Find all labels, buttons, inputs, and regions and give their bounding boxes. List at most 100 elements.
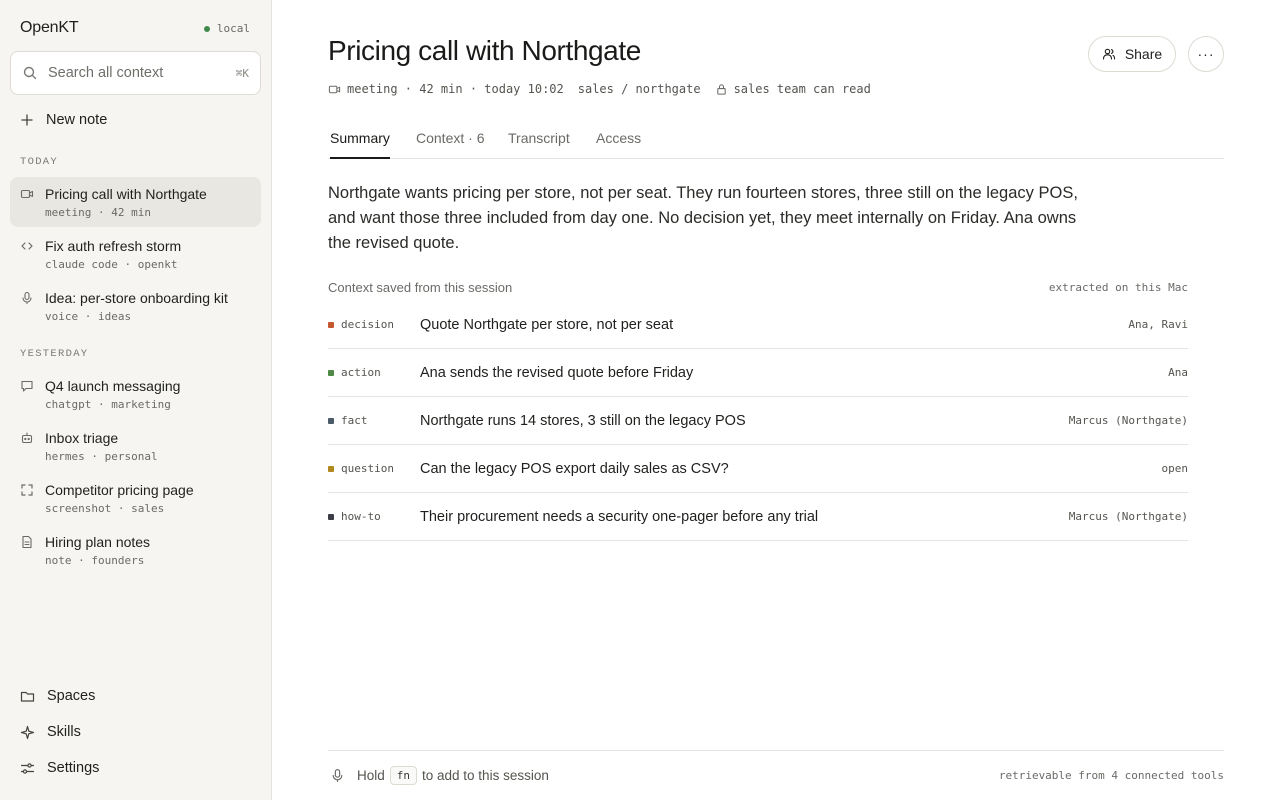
search-shortcut: ⌘K — [235, 66, 249, 80]
sidebar-item-hiring-plan[interactable]: Hiring plan notes note · founders — [10, 525, 261, 575]
sidebar-item-title: Idea: per-store onboarding kit — [45, 290, 228, 306]
context-type: fact — [341, 414, 368, 427]
section-label-yesterday: YESTERDAY — [20, 348, 89, 360]
sidebar-item-pricing-call[interactable]: Pricing call with Northgate meeting · 42… — [10, 177, 261, 227]
status-dot — [203, 25, 210, 32]
sidebar-item-meta: voice · ideas — [45, 310, 132, 323]
context-type: how-to — [341, 510, 381, 523]
local-status: local — [203, 22, 250, 35]
context-owner: Ana — [1168, 366, 1188, 379]
share-label: Share — [1124, 46, 1163, 62]
sidebar-item-fix-auth[interactable]: Fix auth refresh storm claude code · ope… — [10, 229, 261, 279]
more-icon: ··· — [1197, 46, 1215, 62]
people-icon — [1102, 47, 1116, 61]
context-owner: Ana, Ravi — [1128, 318, 1188, 331]
sidebar-item-label: Spaces — [47, 688, 96, 704]
microphone-icon[interactable] — [330, 768, 345, 783]
tab-transcript[interactable]: Transcript — [508, 130, 570, 159]
page-title: Pricing call with Northgate — [328, 35, 641, 66]
type-swatch — [328, 321, 334, 328]
folder-icon — [20, 689, 35, 704]
context-row[interactable]: decision Quote Northgate per store, not … — [328, 301, 1188, 349]
new-note-label: New note — [46, 112, 108, 128]
context-text: Quote Northgate per store, not per seat — [420, 316, 674, 333]
sidebar-item-q4-launch[interactable]: Q4 launch messaging chatgpt · marketing — [10, 369, 261, 419]
context-row[interactable]: action Ana sends the revised quote befor… — [328, 349, 1188, 397]
capture-hint-hold: Hold — [357, 768, 385, 783]
sidebar-item-title: Q4 launch messaging — [45, 378, 181, 394]
context-type: question — [341, 462, 394, 475]
sidebar-item-title: Inbox triage — [45, 430, 119, 446]
sidebar-item-meta: screenshot · sales — [45, 502, 165, 515]
type-swatch — [328, 417, 334, 424]
video-icon — [20, 187, 34, 201]
context-row[interactable]: question Can the legacy POS export daily… — [328, 445, 1188, 493]
context-owner: open — [1161, 462, 1189, 475]
capture-footer: Hold fn to add to this session retrievab… — [328, 750, 1224, 800]
sliders-icon — [20, 761, 35, 776]
context-text: Can the legacy POS export daily sales as… — [420, 460, 729, 477]
sidebar-item-meta: meeting · 42 min — [45, 206, 151, 219]
context-row[interactable]: how-to Their procurement needs a securit… — [328, 493, 1188, 541]
app-name: OpenKT — [20, 19, 79, 36]
search-placeholder: Search all context — [48, 65, 164, 81]
sidebar: OpenKT local Search all context ⌘K New n… — [0, 0, 272, 800]
sidebar-item-meta: claude code · openkt — [45, 258, 178, 271]
sidebar-item-meta: note · founders — [45, 554, 145, 567]
type-swatch — [328, 513, 334, 520]
capture-hint-rest: to add to this session — [422, 768, 549, 783]
search-input[interactable]: Search all context ⌘K — [10, 51, 261, 95]
sidebar-item-settings[interactable]: Settings — [20, 760, 99, 776]
tab-summary[interactable]: Summary — [330, 130, 390, 159]
sidebar-item-inbox-triage[interactable]: Inbox triage hermes · personal — [10, 421, 261, 471]
type-swatch — [328, 465, 334, 472]
local-status-label: local — [216, 22, 250, 35]
search-icon — [22, 65, 38, 81]
context-type: action — [341, 366, 381, 379]
sidebar-item-title: Hiring plan notes — [45, 534, 151, 550]
video-icon — [328, 83, 341, 96]
context-text: Their procurement needs a security one-p… — [420, 508, 819, 525]
chat-bubble-icon — [20, 379, 34, 393]
sidebar-item-title: Competitor pricing page — [45, 482, 194, 498]
context-source: extracted on this Mac — [1048, 281, 1188, 294]
main-content: Pricing call with Northgate Share ··· me… — [272, 0, 1280, 800]
tab-context[interactable]: Context · 6 — [416, 130, 484, 159]
more-options-button[interactable]: ··· — [1188, 36, 1224, 72]
type-swatch — [328, 369, 334, 376]
sidebar-item-title: Fix auth refresh storm — [45, 238, 182, 254]
tab-access[interactable]: Access — [596, 130, 641, 159]
context-text: Ana sends the revised quote before Frida… — [420, 364, 694, 381]
fn-key: fn — [389, 766, 418, 785]
sidebar-item-meta: chatgpt · marketing — [45, 398, 171, 411]
sidebar-item-idea-onboarding[interactable]: Idea: per-store onboarding kit voice · i… — [10, 281, 261, 331]
sidebar-item-spaces[interactable]: Spaces — [20, 688, 95, 704]
context-row[interactable]: fact Northgate runs 14 stores, 3 still o… — [328, 397, 1188, 445]
tab-bar: Summary Context · 6 Transcript Access — [328, 128, 1224, 159]
sidebar-item-competitor-pricing[interactable]: Competitor pricing page screenshot · sal… — [10, 473, 261, 523]
context-owner: Marcus (Northgate) — [1068, 414, 1188, 427]
sidebar-item-title: Pricing call with Northgate — [45, 186, 207, 202]
context-heading: Context saved from this session — [328, 280, 513, 295]
new-note-button[interactable]: New note — [20, 112, 107, 128]
context-text: Northgate runs 14 stores, 3 still on the… — [420, 412, 746, 429]
plus-icon — [20, 113, 34, 127]
context-header: Context saved from this session extracte… — [328, 280, 1188, 295]
context-type: decision — [341, 318, 394, 331]
lock-icon — [715, 83, 728, 96]
note-meta: meeting · 42 min · today 10:02 sales / n… — [328, 82, 871, 96]
summary-text: Northgate wants pricing per store, not p… — [328, 184, 1078, 252]
sparkle-icon — [20, 725, 35, 740]
code-icon — [20, 239, 34, 253]
context-owner: Marcus (Northgate) — [1068, 510, 1188, 523]
note-meta-kind: meeting · 42 min · today 10:02 — [347, 82, 564, 96]
sidebar-item-label: Settings — [47, 760, 100, 776]
retrievable-note: retrievable from 4 connected tools — [998, 769, 1224, 782]
sidebar-item-skills[interactable]: Skills — [20, 724, 81, 740]
microphone-icon — [20, 291, 34, 305]
capture-hint: Hold fn to add to this session — [357, 766, 549, 785]
note-meta-space[interactable]: sales / northgate — [578, 82, 701, 96]
share-button[interactable]: Share — [1088, 36, 1176, 72]
screenshot-frame-icon — [20, 483, 34, 497]
context-list: decision Quote Northgate per store, not … — [328, 301, 1188, 541]
